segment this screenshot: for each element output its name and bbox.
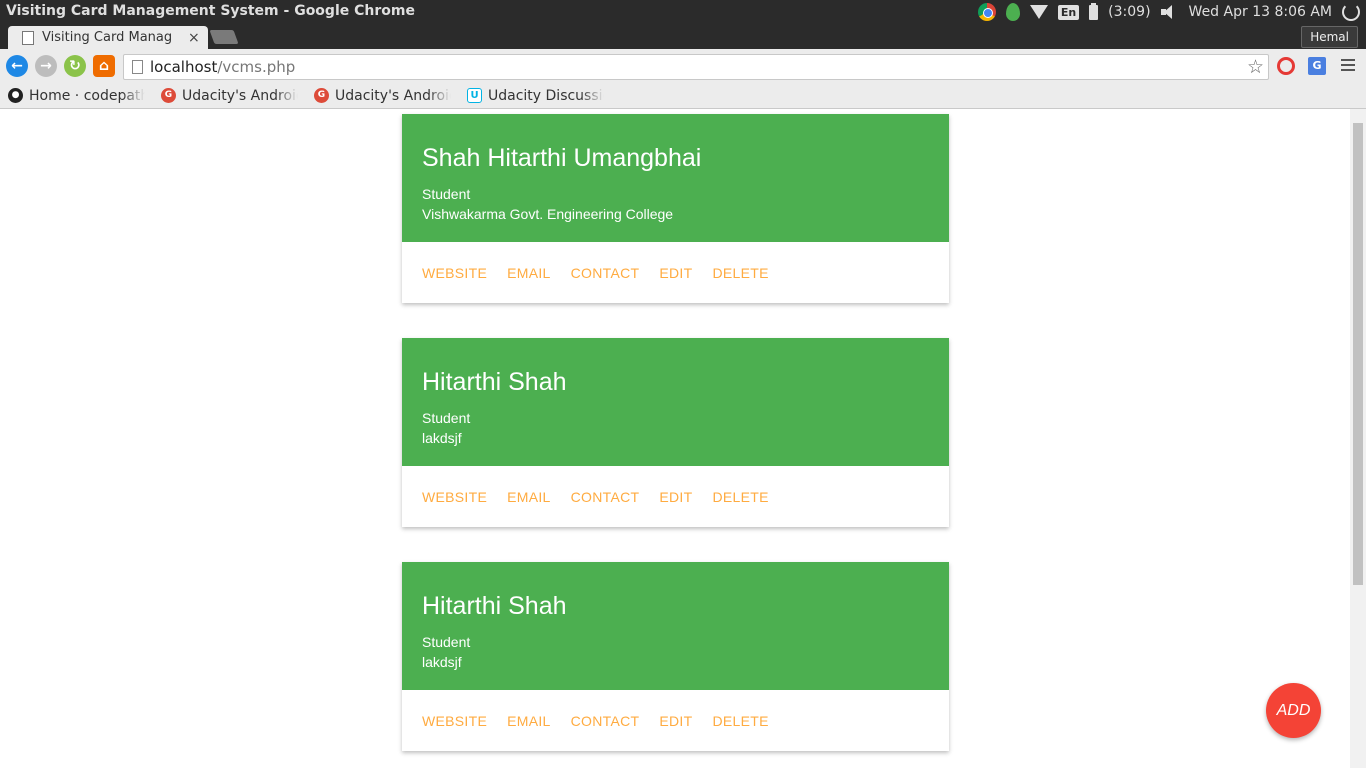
chrome-menu-icon[interactable] (1341, 59, 1355, 71)
tab-vcms[interactable]: Visiting Card Manag × (8, 26, 208, 49)
volume-icon[interactable] (1160, 5, 1179, 19)
card-organization: Vishwakarma Govt. Engineering College (422, 206, 674, 222)
chrome-tray-icon[interactable] (977, 3, 996, 21)
add-card-button[interactable]: ADD (1266, 683, 1321, 738)
card-actions: WEBSITE EMAIL CONTACT EDIT DELETE (402, 466, 949, 527)
email-button[interactable]: EMAIL (507, 265, 551, 281)
bookmark-udacity-android-2[interactable]: G Udacity's Android (314, 88, 451, 104)
bookmark-label: Udacity's Android (182, 87, 298, 104)
battery-time: (3:09) (1108, 4, 1151, 20)
visiting-card: Hitarthi Shah Student lakdsjf WEBSITE EM… (402, 562, 949, 751)
keyboard-language-indicator[interactable]: En (1057, 4, 1080, 20)
bookmark-label: Udacity Discussio (488, 87, 604, 104)
contact-button[interactable]: CONTACT (571, 489, 640, 505)
bookmark-star-icon[interactable]: ☆ (1247, 56, 1264, 78)
tab-strip: Visiting Card Manag × Hemal (0, 24, 1366, 49)
window-title: Visiting Card Management System - Google… (6, 3, 415, 19)
new-tab-button[interactable] (209, 30, 239, 44)
leaf-tray-icon[interactable] (1005, 3, 1020, 21)
delete-button[interactable]: DELETE (712, 489, 768, 505)
battery-icon[interactable] (1089, 2, 1099, 20)
delete-button[interactable]: DELETE (712, 713, 768, 729)
visiting-card: Hitarthi Shah Student lakdsjf WEBSITE EM… (402, 338, 949, 527)
tab-label: Visiting Card Manag (42, 30, 173, 45)
bookmark-codepath[interactable]: ● Home · codepath (8, 88, 145, 104)
email-button[interactable]: EMAIL (507, 713, 551, 729)
home-button[interactable]: ⌂ (93, 55, 115, 77)
udacity-icon: U (467, 88, 482, 103)
delete-button[interactable]: DELETE (712, 265, 768, 281)
bookmarks-bar: ● Home · codepath G Udacity's Android G … (0, 83, 1366, 109)
translate-extension-icon[interactable]: G (1308, 57, 1326, 75)
opera-extension-icon[interactable] (1277, 57, 1295, 75)
card-header: Hitarthi Shah Student lakdsjf (402, 338, 949, 466)
contact-button[interactable]: CONTACT (571, 713, 640, 729)
card-header: Shah Hitarthi Umangbhai Student Vishwaka… (402, 114, 949, 242)
bookmark-udacity-discussions[interactable]: U Udacity Discussio (467, 88, 604, 104)
card-role: Student (422, 410, 471, 426)
edit-button[interactable]: EDIT (659, 713, 692, 729)
card-role: Student (422, 634, 471, 650)
url-host: localhost (150, 58, 218, 76)
website-button[interactable]: WEBSITE (422, 489, 487, 505)
card-name: Shah Hitarthi Umangbhai (422, 144, 702, 172)
card-organization: lakdsjf (422, 654, 462, 670)
url-path: /vcms.php (217, 58, 296, 76)
forward-button[interactable]: → (35, 55, 57, 77)
bookmark-label: Home · codepath (29, 87, 145, 104)
page-icon (22, 30, 34, 45)
card-actions: WEBSITE EMAIL CONTACT EDIT DELETE (402, 242, 949, 303)
card-role: Student (422, 186, 471, 202)
system-top-bar: Visiting Card Management System - Google… (0, 0, 1366, 24)
edit-button[interactable]: EDIT (659, 265, 692, 281)
address-bar[interactable]: localhost/vcms.php ☆ (123, 54, 1269, 80)
scrollbar-thumb[interactable] (1353, 123, 1363, 585)
card-name: Hitarthi Shah (422, 368, 567, 396)
website-button[interactable]: WEBSITE (422, 713, 487, 729)
contact-button[interactable]: CONTACT (571, 265, 640, 281)
card-actions: WEBSITE EMAIL CONTACT EDIT DELETE (402, 690, 949, 751)
page-viewport: Shah Hitarthi Umangbhai Student Vishwaka… (0, 109, 1350, 768)
page-icon (132, 60, 143, 74)
profile-button[interactable]: Hemal (1301, 26, 1358, 48)
close-tab-icon[interactable]: × (188, 30, 200, 46)
card-name: Hitarthi Shah (422, 592, 567, 620)
edit-button[interactable]: EDIT (659, 489, 692, 505)
bookmark-udacity-android-1[interactable]: G Udacity's Android (161, 88, 298, 104)
back-button[interactable]: ← (6, 55, 28, 77)
url-text[interactable]: localhost/vcms.php (150, 58, 295, 76)
website-button[interactable]: WEBSITE (422, 265, 487, 281)
clock[interactable]: Wed Apr 13 8:06 AM (1189, 4, 1332, 20)
power-icon[interactable] (1342, 3, 1360, 21)
card-header: Hitarthi Shah Student lakdsjf (402, 562, 949, 690)
browser-toolbar: ← → ↻ ⌂ localhost/vcms.php ☆ G (0, 49, 1366, 83)
google-plus-icon: G (161, 88, 176, 103)
page-scrollbar[interactable] (1350, 109, 1366, 768)
wifi-icon[interactable] (1029, 5, 1048, 19)
visiting-card: Shah Hitarthi Umangbhai Student Vishwaka… (402, 114, 949, 303)
bookmark-label: Udacity's Android (335, 87, 451, 104)
system-tray: En (3:09) Wed Apr 13 8:06 AM (977, 0, 1366, 24)
reload-button[interactable]: ↻ (64, 55, 86, 77)
email-button[interactable]: EMAIL (507, 489, 551, 505)
github-icon: ● (8, 88, 23, 103)
card-organization: lakdsjf (422, 430, 462, 446)
google-plus-icon: G (314, 88, 329, 103)
